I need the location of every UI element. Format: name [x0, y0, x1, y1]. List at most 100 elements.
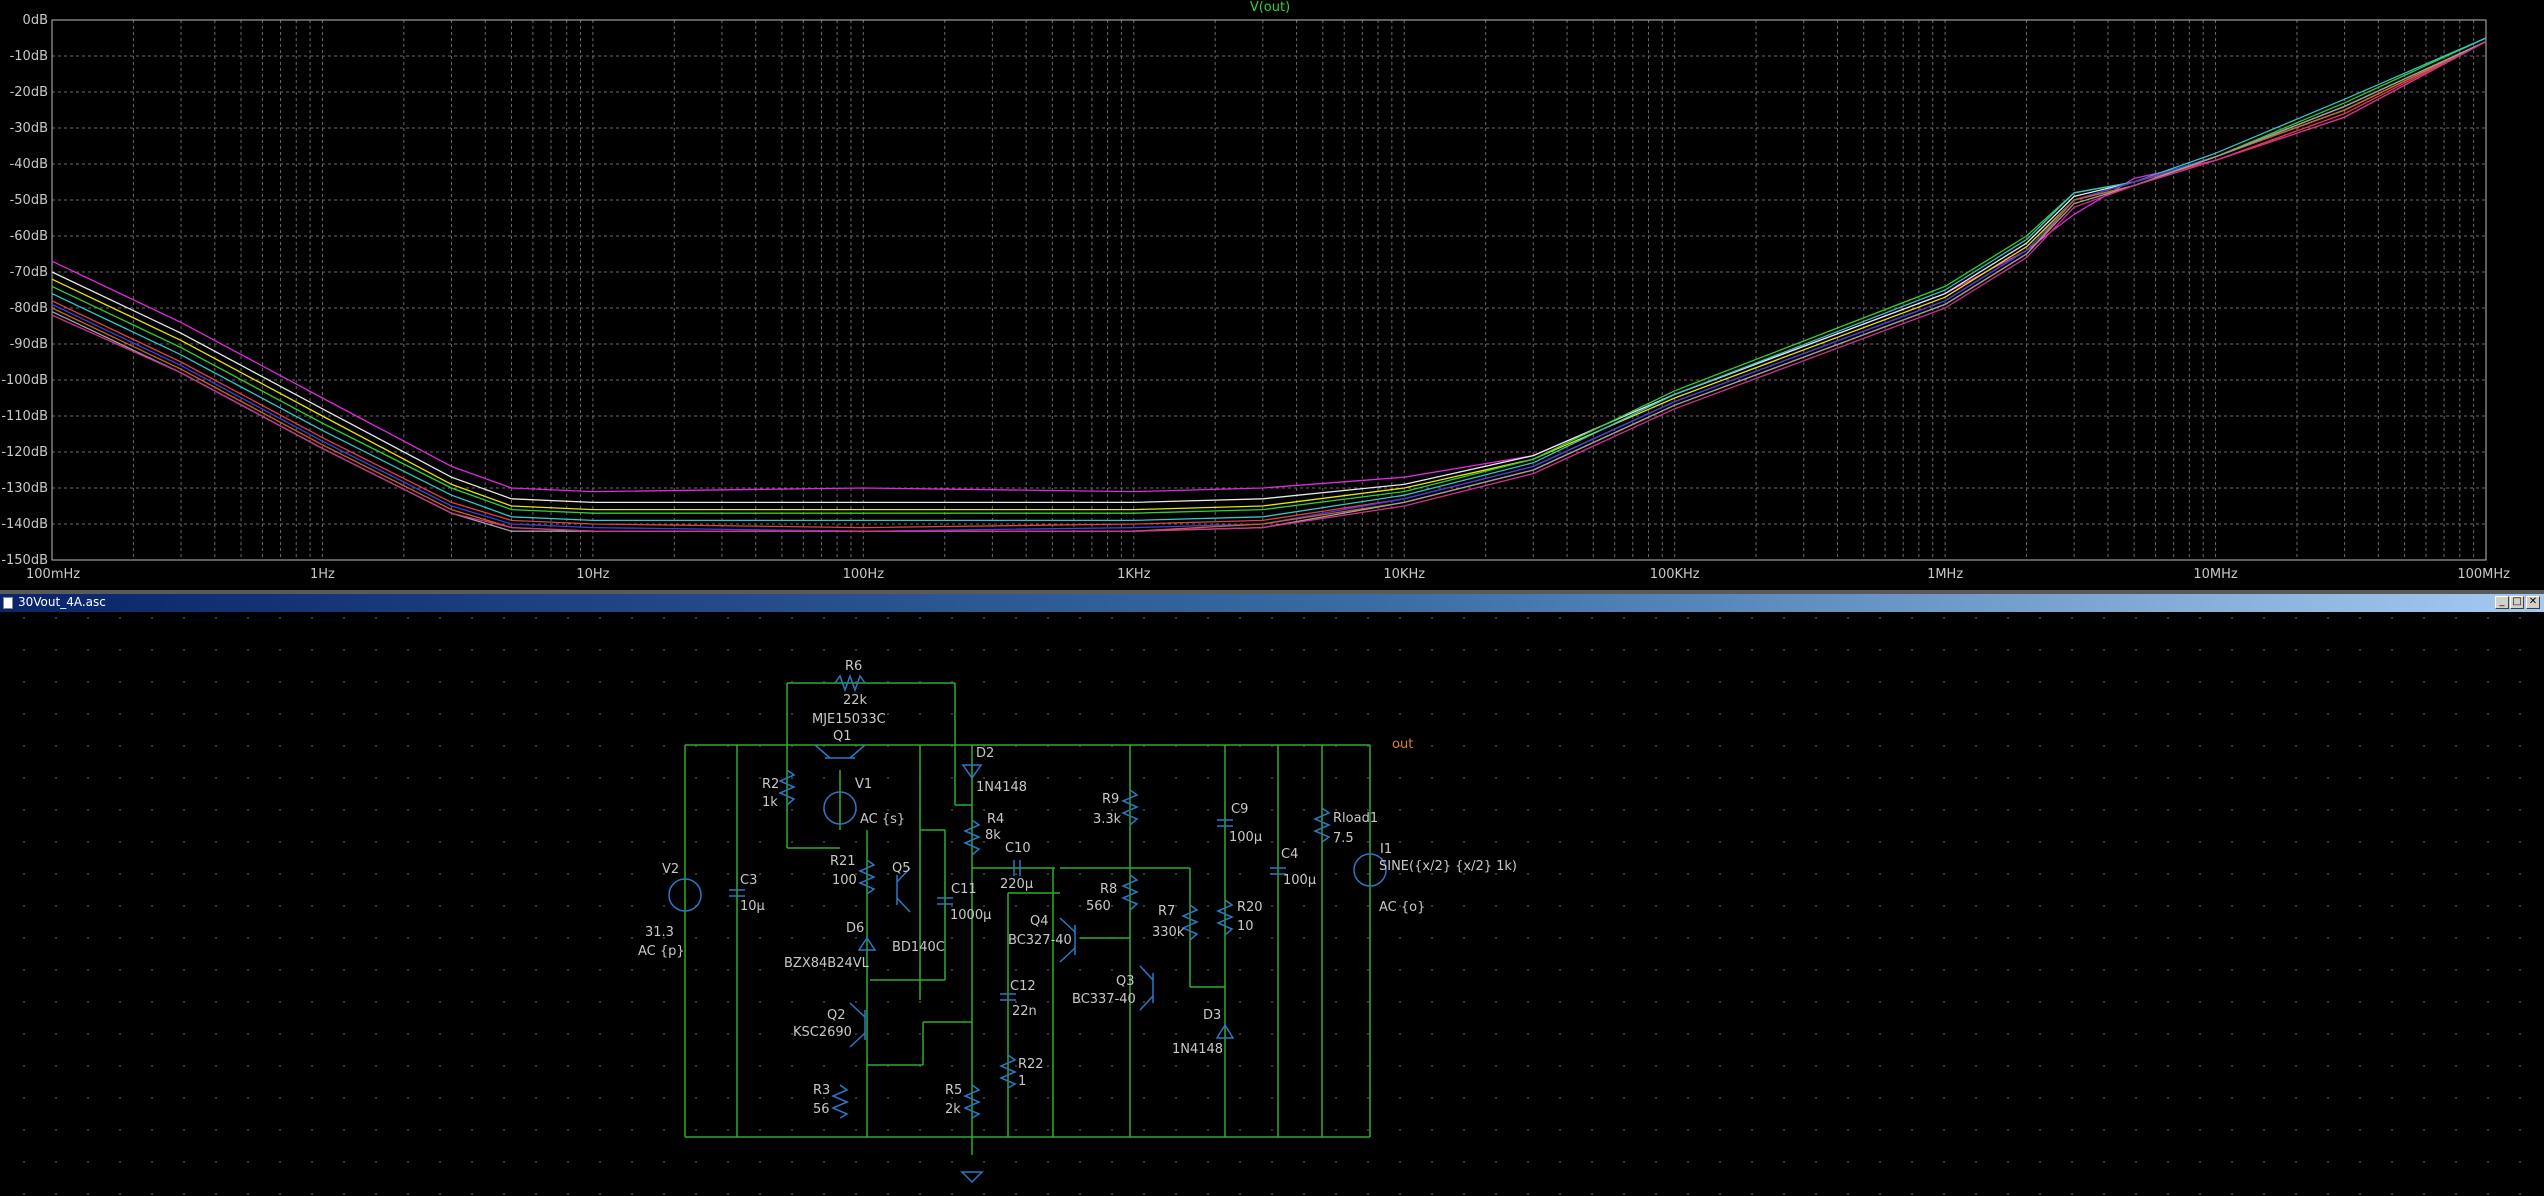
label-C3-value: 10µ: [740, 899, 765, 914]
y-tick-label: -150dB: [1, 553, 48, 568]
x-tick-label: 10Hz: [576, 567, 609, 582]
label-R3-value: 56: [813, 1102, 830, 1117]
schematic-canvas[interactable]: R6 22k MJE15033C Q1 D2 1N4148 out R2 1k …: [0, 612, 2544, 1196]
label-out: out: [1392, 737, 1413, 752]
schematic-doc-icon: [3, 597, 13, 609]
x-tick-label: 1MHz: [1927, 567, 1963, 582]
label-R2: R2: [762, 777, 779, 792]
label-V2-ac: AC {p}: [638, 944, 685, 959]
R3-resistor[interactable]: [831, 1084, 849, 1119]
label-R20: R20: [1237, 900, 1263, 915]
label-Q4-value: BC327-40: [1008, 933, 1072, 948]
label-R8: R8: [1100, 882, 1117, 897]
label-Q5: Q5: [892, 861, 911, 876]
Q2-transistor[interactable]: [849, 1002, 866, 1048]
label-C4: C4: [1281, 847, 1298, 862]
label-R21: R21: [830, 854, 856, 869]
component-labels: R6 22k MJE15033C Q1 D2 1N4148 out R2 1k …: [638, 659, 1517, 1117]
label-R22: R22: [1018, 1057, 1044, 1072]
y-tick-label: -120dB: [1, 445, 48, 460]
label-C12-value: 22n: [1012, 1004, 1037, 1019]
label-I1-ac: AC {o}: [1379, 900, 1425, 915]
y-tick-label: -100dB: [1, 373, 48, 388]
label-R9: R9: [1102, 792, 1119, 807]
window-title: 30Vout_4A.asc: [18, 595, 106, 609]
label-Rload1-value: 7.5: [1333, 831, 1354, 846]
wires: [684, 682, 1371, 1155]
y-tick-label: -130dB: [1, 481, 48, 496]
y-tick-label: -110dB: [1, 409, 48, 424]
label-R6: R6: [845, 659, 862, 674]
label-Q5-value: BD140C: [892, 940, 945, 955]
label-C10: C10: [1005, 841, 1031, 856]
label-R3: R3: [813, 1083, 830, 1098]
y-tick-label: -70dB: [10, 265, 48, 280]
y-tick-label: -20dB: [10, 85, 48, 100]
y-tick-label: -50dB: [10, 193, 48, 208]
label-R20-value: 10: [1237, 919, 1254, 934]
label-C4-value: 100µ: [1283, 873, 1316, 888]
restore-button[interactable]: □: [2510, 596, 2524, 609]
x-axis-ticks: 100mHz 1Hz 10Hz 100Hz 1KHz 10KHz 100KHz 1MHz 10M…: [26, 567, 2510, 582]
label-C11: C11: [951, 882, 977, 897]
ground-symbol: [960, 1171, 984, 1184]
Q1-transistor[interactable]: [814, 744, 866, 759]
label-Q2-value: KSC2690: [793, 1025, 852, 1040]
label-I1: I1: [1380, 842, 1392, 857]
y-tick-label: -30dB: [10, 121, 48, 136]
label-R4-value: 8k: [985, 828, 1001, 843]
y-tick-label: -10dB: [10, 49, 48, 64]
schematic-window-titlebar[interactable]: 30Vout_4A.asc _ □ ✕: [0, 594, 2544, 612]
label-Q3-value: BC337-40: [1072, 992, 1136, 1007]
x-tick-label: 10MHz: [2193, 567, 2238, 582]
label-V1-value: AC {s}: [860, 812, 905, 827]
trace-series-4[interactable]: [51, 37, 2487, 514]
y-tick-label: -80dB: [10, 301, 48, 316]
schematic-drawing[interactable]: R6 22k MJE15033C Q1 D2 1N4148 out R2 1k …: [0, 612, 2544, 1196]
plot-traces: [51, 37, 2487, 532]
label-Rload1: Rload1: [1333, 811, 1378, 826]
label-C12: C12: [1010, 979, 1036, 994]
waveform-plot-pane[interactable]: V(out) 0dB -10dB -20dB -30dB -40dB -50dB -60dB…: [0, 0, 2544, 590]
label-R5: R5: [945, 1083, 962, 1098]
label-R22-value: 1: [1018, 1074, 1026, 1089]
label-C10-value: 220µ: [1000, 877, 1033, 892]
x-tick-label: 100MHz: [2457, 567, 2510, 582]
x-tick-label: 1Hz: [310, 567, 335, 582]
label-R4: R4: [987, 812, 1004, 827]
label-Q4: Q4: [1030, 914, 1049, 929]
trace-series-7[interactable]: [51, 41, 2487, 532]
label-V1: V1: [855, 777, 872, 792]
label-C3: C3: [740, 873, 757, 888]
y-axis-ticks: 0dB -10dB -20dB -30dB -40dB -50dB -60dB -70dB -8…: [1, 13, 48, 568]
close-button[interactable]: ✕: [2526, 596, 2540, 609]
label-D2-value: 1N4148: [976, 780, 1027, 795]
label-R6-value: 22k: [843, 693, 868, 708]
label-R9-value: 3.3k: [1093, 812, 1122, 827]
label-D6-value: BZX84B24VL: [784, 956, 870, 971]
trace-series-9[interactable]: [51, 41, 2487, 532]
trace-series-1[interactable]: [51, 41, 2487, 493]
label-R5-value: 2k: [945, 1102, 961, 1117]
label-D6: D6: [846, 921, 864, 936]
x-tick-label: 10KHz: [1383, 567, 1425, 582]
label-Q3: Q3: [1116, 974, 1135, 989]
label-D2: D2: [976, 746, 994, 761]
minimize-button[interactable]: _: [2495, 596, 2509, 609]
trace-series-10[interactable]: [51, 41, 2487, 532]
label-C11-value: 1000µ: [950, 908, 991, 923]
y-tick-label: -140dB: [1, 517, 48, 532]
label-V2: V2: [662, 862, 679, 877]
trace-series-6[interactable]: [51, 41, 2487, 529]
trace-series-2[interactable]: [51, 41, 2487, 504]
x-tick-label: 1KHz: [1117, 567, 1151, 582]
label-V2-value: 31.3: [645, 925, 674, 940]
bode-plot[interactable]: 0dB -10dB -20dB -30dB -40dB -50dB -60dB -70dB -8…: [0, 0, 2544, 590]
y-tick-label: -40dB: [10, 157, 48, 172]
trace-series-3[interactable]: [51, 41, 2487, 511]
label-C9: C9: [1231, 802, 1248, 817]
trace-series-8[interactable]: [51, 41, 2487, 532]
x-tick-label: 100KHz: [1650, 567, 1700, 582]
Q3-transistor[interactable]: [1139, 965, 1154, 1011]
y-tick-label: -60dB: [10, 229, 48, 244]
